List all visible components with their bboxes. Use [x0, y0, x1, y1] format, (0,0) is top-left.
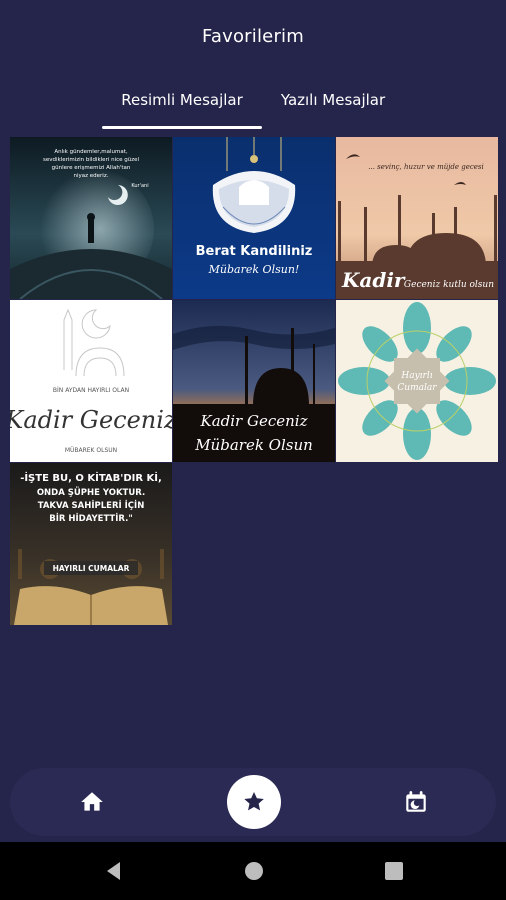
calendar-moon-icon [406, 791, 426, 812]
tile-7-line2: ONDA ŞÜPHE YOKTUR. [37, 487, 145, 498]
tile-4-top: BİN AYDAN HAYIRLI OLAN [53, 387, 129, 394]
favorite-image-4[interactable]: BİN AYDAN HAYIRLI OLAN Kadir Geceniz MÜB… [10, 300, 172, 462]
image-berat-kandili: Berat Kandiliniz Mübarek Olsun! [173, 137, 335, 299]
recent-apps-icon[interactable] [382, 859, 406, 883]
system-navigation-bar [0, 842, 506, 900]
tile-4-bottom: MÜBAREK OLSUN [65, 447, 117, 454]
svg-text:niyaz ederiz.: niyaz ederiz. [74, 173, 109, 179]
tile-1-caption: Anlık gündemler,malumat, [54, 149, 127, 155]
image-kadir-sunset-mosque: ... sevinç, huzur ve müjde gecesi Kadir … [336, 137, 498, 299]
tile-2-subtitle: Mübarek Olsun! [208, 263, 300, 276]
tile-4-main: Kadir Geceniz [10, 406, 172, 434]
tab-resimli-mesajlar[interactable]: Resimli Mesajlar [100, 72, 264, 128]
svg-text:Kur'ani: Kur'ani [131, 183, 148, 189]
tile-5-line1: Kadir Geceniz [200, 412, 308, 430]
tab-bar: Resimli Mesajlar Yazılı Mesajlar [0, 72, 506, 130]
app-bar: Favorilerim [0, 0, 506, 72]
svg-text:günlere erişmemizi Allah'tan: günlere erişmemizi Allah'tan [52, 165, 131, 171]
tile-3-kadir: Kadir [341, 268, 406, 292]
favorites-active-indicator [227, 775, 281, 829]
image-hayirli-cumalar-ornament: Hayırlı Cumalar [336, 300, 498, 462]
nav-favorites-button[interactable] [224, 768, 284, 836]
favorite-image-7[interactable]: -İŞTE BU, O KİTAB'DIR Kİ, ONDA ŞÜPHE YOK… [10, 463, 172, 625]
tile-6-line2: Cumalar [397, 383, 437, 393]
tab-yazili-mesajlar[interactable]: Yazılı Mesajlar [266, 72, 400, 128]
nav-calendar-button[interactable] [386, 768, 446, 836]
tile-3-top: ... sevinç, huzur ve müjde gecesi [368, 163, 484, 171]
page-title: Favorilerim [201, 25, 304, 47]
bottom-navigation [10, 768, 496, 836]
home-circle-icon[interactable] [242, 859, 266, 883]
image-hayirli-cumalar-quran: -İŞTE BU, O KİTAB'DIR Kİ, ONDA ŞÜPHE YOK… [10, 463, 172, 625]
tile-7-line1: -İŞTE BU, O KİTAB'DIR Kİ, [20, 470, 162, 484]
favorite-image-1[interactable]: Anlık gündemler,malumat, sevdiklerimizin… [10, 137, 172, 299]
nav-home-button[interactable] [62, 768, 122, 836]
tile-7-line4: BİR HİDAYETTİR." [49, 513, 133, 524]
svg-text:sevdiklerimizin bildikleri nic: sevdiklerimizin bildikleri nice güzel [43, 157, 140, 163]
home-icon [81, 792, 103, 811]
tile-6-line1: Hayırlı [400, 371, 432, 381]
favorite-image-6[interactable]: Hayırlı Cumalar [336, 300, 498, 462]
favorite-image-2[interactable]: Berat Kandiliniz Mübarek Olsun! [173, 137, 335, 299]
back-icon[interactable] [102, 859, 126, 883]
tab-indicator [102, 126, 262, 129]
image-mosque-dome-night: Anlık gündemler,malumat, sevdiklerimizin… [10, 137, 172, 299]
tile-5-line2: Mübarek Olsun [194, 436, 313, 454]
image-kadir-mosque-sunset: Kadir Geceniz Mübarek Olsun [173, 300, 335, 462]
tile-7-line3: TAKVA SAHİPLERİ İÇİN [38, 500, 145, 511]
star-icon [244, 792, 264, 811]
tile-7-badge: HAYIRLI CUMALAR [53, 564, 130, 573]
image-kadir-geceniz-white: BİN AYDAN HAYIRLI OLAN Kadir Geceniz MÜB… [10, 300, 172, 462]
tile-3-bottom: Geceniz kutlu olsun [404, 280, 494, 290]
favorite-image-3[interactable]: ... sevinç, huzur ve müjde gecesi Kadir … [336, 137, 498, 299]
favorite-image-5[interactable]: Kadir Geceniz Mübarek Olsun [173, 300, 335, 462]
tile-2-title: Berat Kandiliniz [196, 244, 313, 259]
